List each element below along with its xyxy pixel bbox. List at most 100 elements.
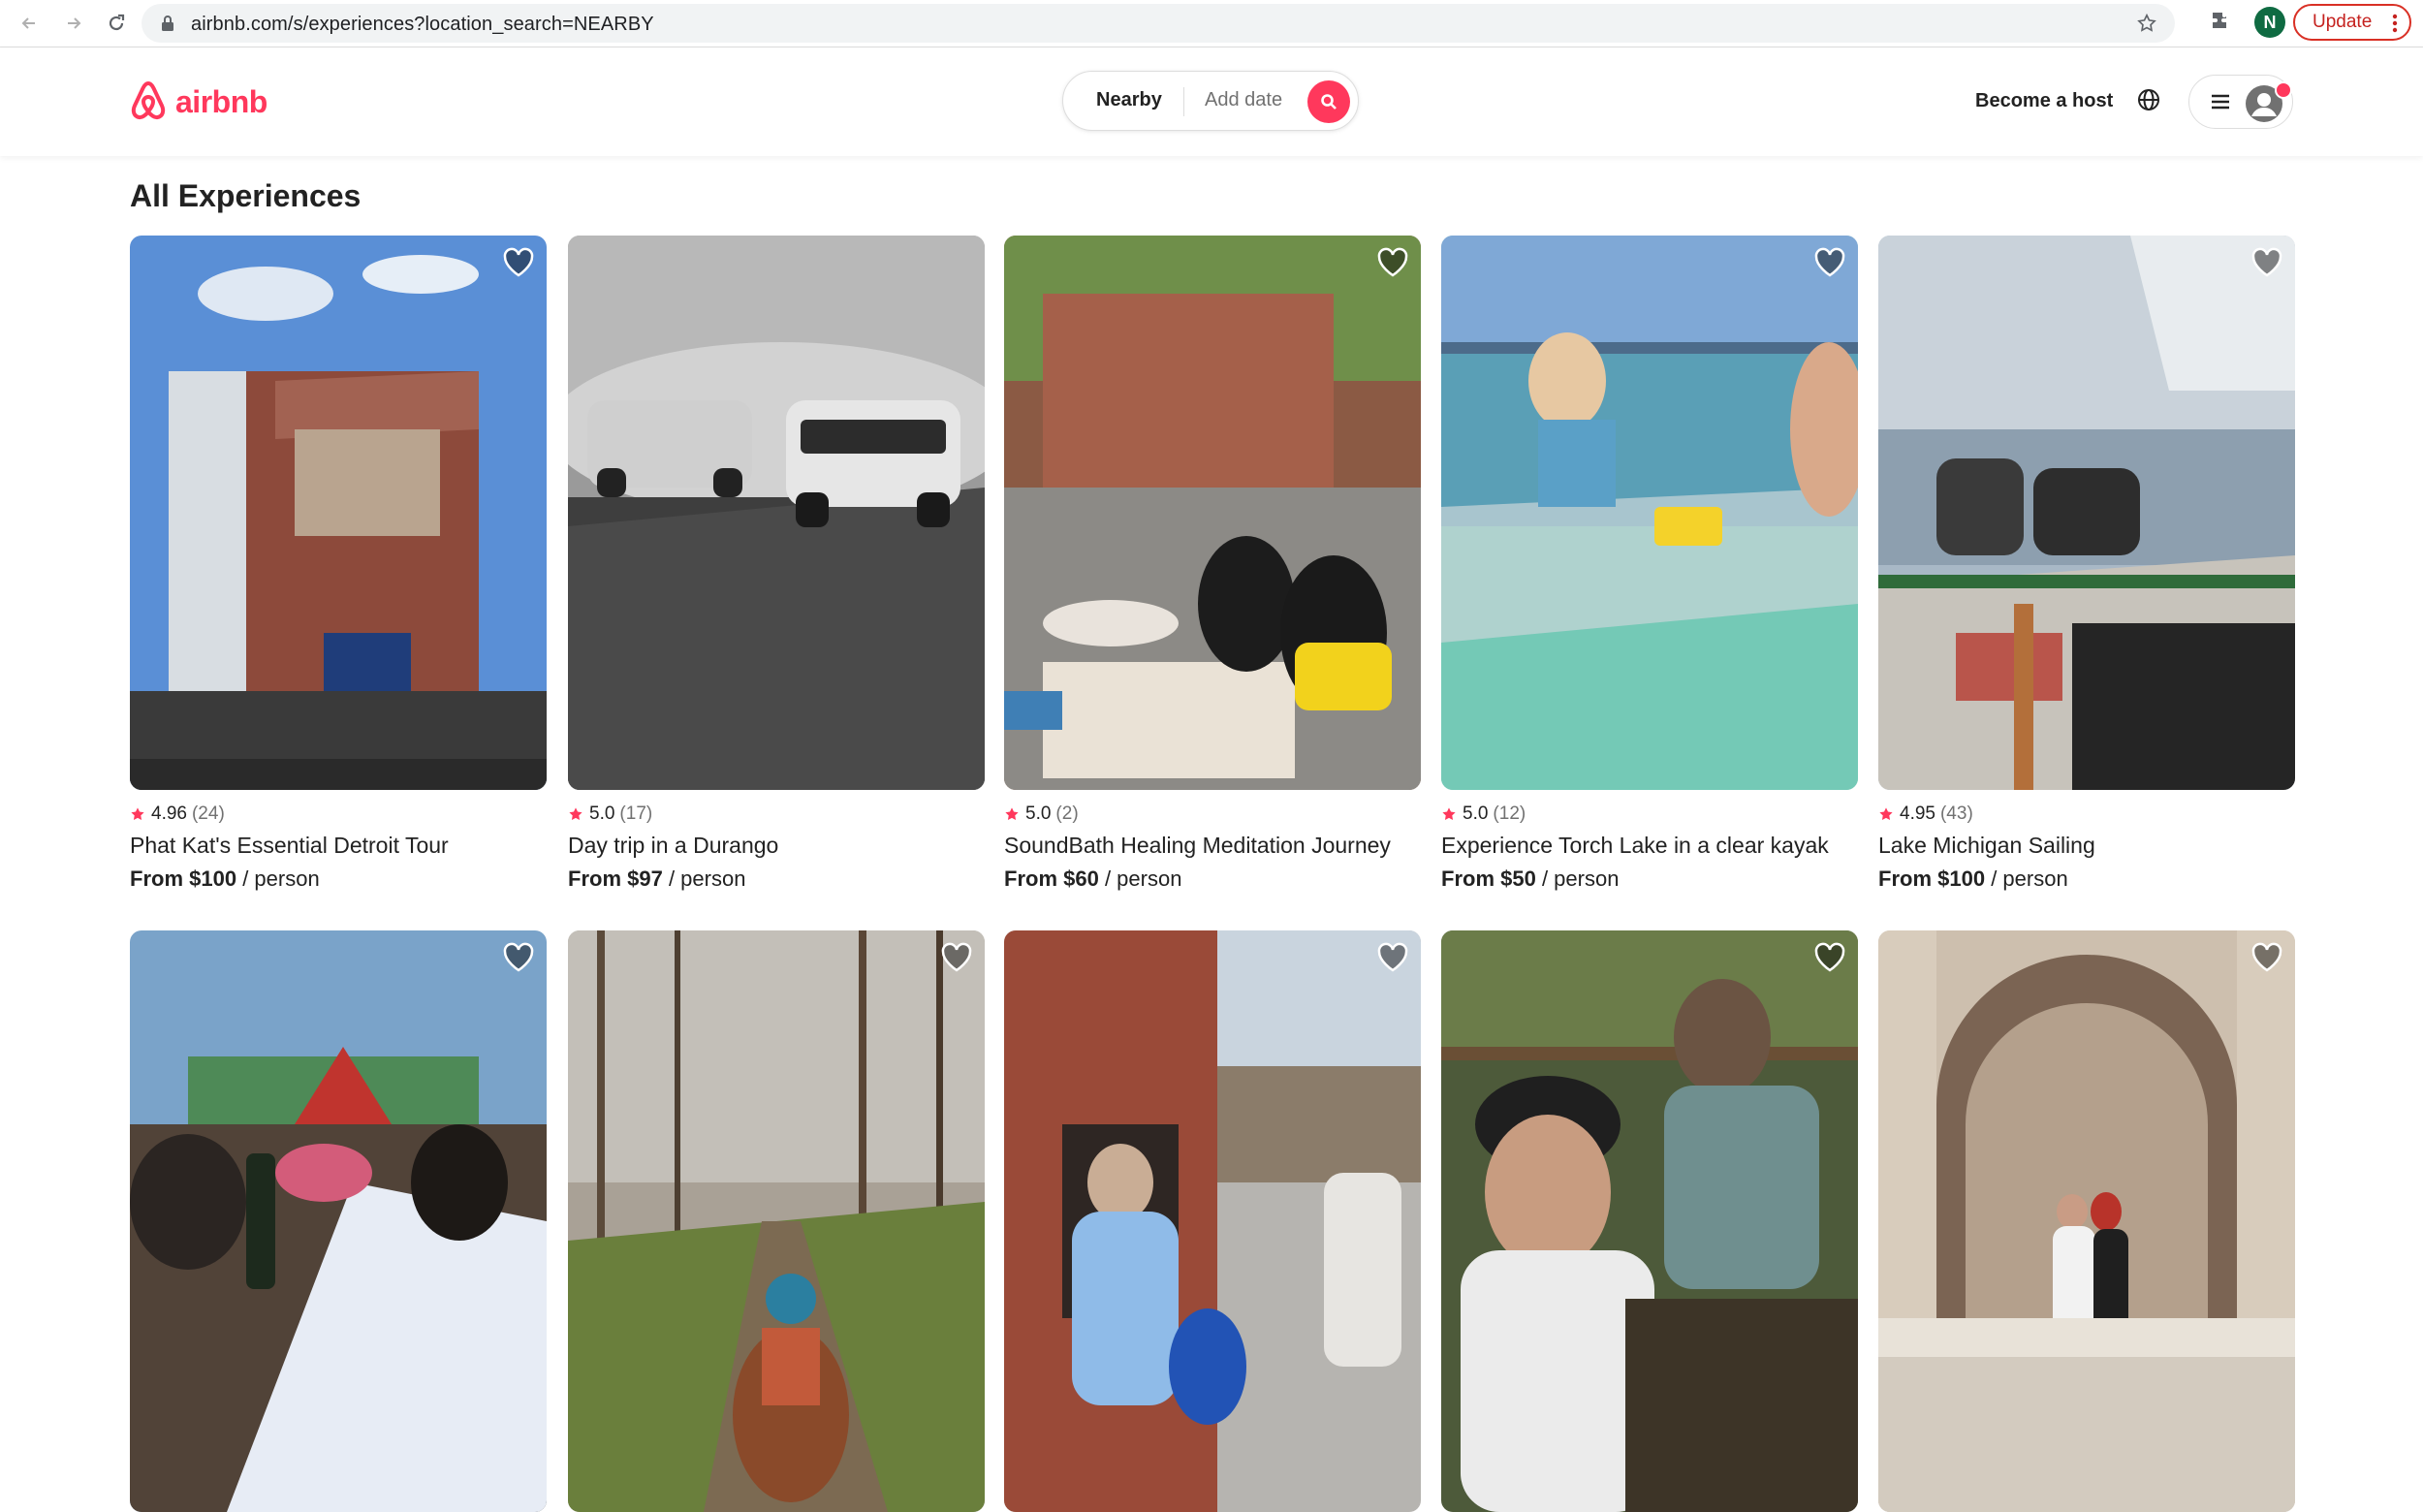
star-icon	[1879, 807, 1893, 820]
review-count: (24)	[191, 803, 225, 824]
bookmark-star-icon[interactable]	[2136, 13, 2157, 34]
save-heart-icon[interactable]	[502, 942, 535, 973]
update-label: Update	[2313, 12, 2373, 32]
star-icon	[131, 807, 144, 820]
experience-photo[interactable]	[1441, 930, 1858, 1512]
rating-value: 4.96	[151, 803, 187, 824]
save-heart-icon[interactable]	[1376, 247, 1409, 278]
brand-wordmark: airbnb	[175, 83, 267, 119]
experience-photo[interactable]	[130, 236, 547, 790]
experience-photo[interactable]	[1004, 930, 1421, 1512]
address-bar[interactable]: airbnb.com/s/experiences?location_search…	[142, 4, 2175, 43]
user-menu-button[interactable]	[2188, 75, 2293, 129]
experience-price: From $50 / person	[1441, 866, 1858, 892]
price-unit: / person	[668, 866, 746, 891]
rating-value: 5.0	[1463, 803, 1489, 824]
page-title: All Experiences	[130, 178, 362, 213]
experience-card[interactable]	[1878, 930, 2295, 1512]
outdoor-cooking-photo	[1441, 930, 1858, 1512]
browser-toolbar: airbnb.com/s/experiences?location_search…	[0, 0, 2423, 47]
rating: 5.0 (17)	[568, 803, 985, 825]
forward-button[interactable]	[56, 6, 91, 41]
site-header: airbnb Nearby Add date Become a host	[0, 47, 2423, 156]
experience-photo[interactable]	[1441, 236, 1858, 790]
review-count: (12)	[1493, 803, 1526, 824]
profile-avatar[interactable]: N	[2254, 7, 2285, 38]
price-unit: / person	[242, 866, 320, 891]
globe-icon[interactable]	[2136, 87, 2161, 112]
search-location[interactable]: Nearby	[1096, 89, 1162, 111]
experience-photo[interactable]	[1004, 236, 1421, 790]
more-vert-icon	[2392, 14, 2398, 33]
outdoor-dinner-photo	[130, 930, 547, 1512]
save-heart-icon[interactable]	[940, 942, 973, 973]
experience-title[interactable]: SoundBath Healing Meditation Journey	[1004, 833, 1421, 859]
star-icon	[1005, 807, 1019, 820]
experience-photo[interactable]	[568, 236, 985, 790]
save-heart-icon[interactable]	[1376, 942, 1409, 973]
airbnb-logo[interactable]: airbnb	[129, 79, 267, 124]
experience-card[interactable]: 4.96 (24) Phat Kat's Essential Detroit T…	[130, 236, 547, 892]
airbnb-belo-icon	[131, 81, 166, 120]
search-date-placeholder[interactable]: Add date	[1205, 89, 1282, 111]
lock-icon	[162, 16, 173, 31]
experience-card[interactable]	[1004, 930, 1421, 1512]
back-button[interactable]	[12, 6, 47, 41]
experience-card[interactable]: 5.0 (2) SoundBath Healing Meditation Jou…	[1004, 236, 1421, 892]
experience-photo[interactable]	[1878, 930, 2295, 1512]
experience-photo[interactable]	[568, 930, 985, 1512]
experience-card[interactable]	[130, 930, 547, 1512]
price-amount: From $60	[1004, 866, 1099, 891]
experience-card[interactable]	[1441, 930, 1858, 1512]
experience-title[interactable]: Phat Kat's Essential Detroit Tour	[130, 833, 547, 859]
rating: 4.96 (24)	[130, 803, 547, 825]
experience-price: From $100 / person	[1878, 866, 2295, 892]
experience-card[interactable]: 5.0 (17) Day trip in a Durango From $97 …	[568, 236, 985, 892]
url-text: airbnb.com/s/experiences?location_search…	[191, 14, 654, 35]
hamburger-icon	[2212, 94, 2229, 110]
arched-portico-couple-photo	[1878, 930, 2295, 1512]
lake-michigan-sailing-photo	[1878, 236, 2295, 790]
save-heart-icon[interactable]	[2250, 942, 2283, 973]
search-button[interactable]	[1307, 80, 1350, 123]
rating: 5.0 (12)	[1441, 803, 1858, 825]
save-heart-icon[interactable]	[1813, 942, 1846, 973]
price-unit: / person	[1104, 866, 1182, 891]
rating: 5.0 (2)	[1004, 803, 1421, 825]
price-amount: From $100	[130, 866, 237, 891]
experience-title[interactable]: Day trip in a Durango	[568, 833, 985, 859]
experience-photo[interactable]	[1878, 236, 2295, 790]
reload-icon	[109, 14, 125, 31]
experience-card[interactable]: 5.0 (12) Experience Torch Lake in a clea…	[1441, 236, 1858, 892]
detroit-building-photo	[130, 236, 547, 790]
experience-title[interactable]: Lake Michigan Sailing	[1878, 833, 2295, 859]
search-divider	[1183, 87, 1184, 116]
walking-tour-photo	[1004, 930, 1421, 1512]
search-bar[interactable]: Nearby Add date	[1062, 71, 1359, 131]
become-host-link[interactable]: Become a host	[1975, 90, 2113, 112]
search-icon	[1321, 94, 1337, 110]
experience-title[interactable]: Experience Torch Lake in a clear kayak	[1441, 833, 1858, 859]
extensions-puzzle-icon[interactable]	[2210, 10, 2233, 33]
price-amount: From $97	[568, 866, 663, 891]
experience-price: From $60 / person	[1004, 866, 1421, 892]
save-heart-icon[interactable]	[502, 247, 535, 278]
rating: 4.95 (43)	[1878, 803, 2295, 825]
rating-value: 5.0	[1025, 803, 1052, 824]
notification-dot	[2275, 81, 2292, 99]
price-unit: / person	[1991, 866, 2068, 891]
experience-photo[interactable]	[130, 930, 547, 1512]
price-amount: From $50	[1441, 866, 1536, 891]
arrow-left-icon	[21, 17, 35, 29]
save-heart-icon[interactable]	[2250, 247, 2283, 278]
experience-price: From $100 / person	[130, 866, 547, 892]
review-count: (17)	[619, 803, 653, 824]
experience-card[interactable]	[568, 930, 985, 1512]
experience-card[interactable]: 4.95 (43) Lake Michigan Sailing From $10…	[1878, 236, 2295, 892]
reload-button[interactable]	[99, 6, 134, 41]
arrow-right-icon	[68, 17, 81, 29]
rating-value: 5.0	[589, 803, 615, 824]
update-button[interactable]: Update	[2293, 4, 2411, 41]
save-heart-icon[interactable]	[1813, 247, 1846, 278]
rating-value: 4.95	[1900, 803, 1935, 824]
